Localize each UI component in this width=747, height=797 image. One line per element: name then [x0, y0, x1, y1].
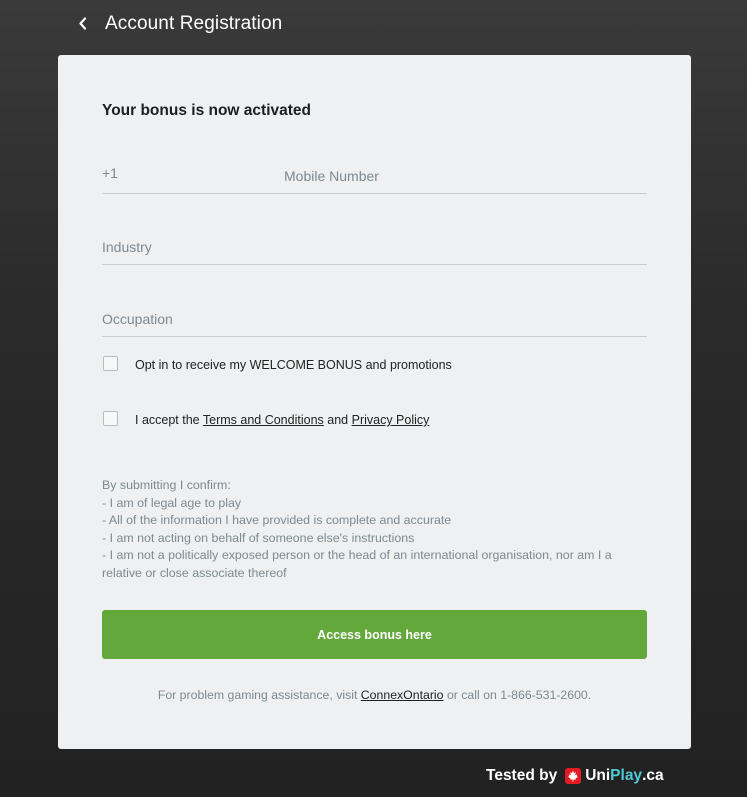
brand-play: Play	[610, 767, 643, 784]
disclaimer-line: - I am of legal age to play	[102, 495, 242, 510]
industry-field	[102, 225, 647, 265]
occupation-input[interactable]	[102, 297, 647, 336]
back-button[interactable]	[72, 12, 92, 34]
page-title: Account Registration	[105, 13, 283, 34]
brand-ca: .ca	[642, 767, 664, 784]
terms-label: I accept the Terms and Conditions and Pr…	[135, 413, 429, 427]
mobile-number-input[interactable]	[284, 154, 647, 193]
occupation-field	[102, 297, 647, 337]
assist-after: or call on 1-866-531-2600.	[446, 688, 592, 702]
card-heading: Your bonus is now activated	[102, 102, 311, 119]
phone-country-code[interactable]: +1	[102, 165, 118, 181]
brand-uni: Uni	[585, 767, 611, 784]
chevron-left-icon	[78, 16, 86, 30]
connex-ontario-link[interactable]: ConnexOntario	[361, 688, 444, 702]
disclaimer-line: By submitting I confirm:	[102, 478, 231, 492]
terms-and: and	[327, 413, 349, 427]
optin-checkbox[interactable]	[103, 356, 118, 371]
terms-link[interactable]: Terms and Conditions	[203, 413, 324, 427]
maple-leaf-icon	[565, 768, 582, 784]
top-bar: Account Registration	[0, 0, 747, 50]
tested-by-badge: Tested by Uni Play .ca	[486, 765, 664, 787]
gaming-assistance-text: For problem gaming assistance, visit Con…	[58, 688, 691, 702]
access-bonus-button[interactable]: Access bonus here	[102, 610, 647, 659]
terms-checkbox[interactable]	[103, 411, 118, 426]
assist-before: For problem gaming assistance, visit	[157, 688, 358, 702]
terms-prefix: I accept the	[135, 413, 200, 427]
disclaimer-line: - I am not acting on behalf of someone e…	[102, 530, 415, 545]
industry-input[interactable]	[102, 225, 647, 264]
tested-by-label: Tested by	[486, 767, 558, 784]
phone-field: +1	[102, 154, 647, 194]
disclaimer-line: - All of the information I have provided…	[102, 513, 452, 528]
disclaimer: By submitting I confirm: - I am of legal…	[102, 477, 647, 583]
registration-card: Your bonus is now activated +1 Opt in to…	[58, 55, 691, 749]
disclaimer-line: - I am not a politically exposed person …	[102, 548, 612, 580]
privacy-link[interactable]: Privacy Policy	[352, 413, 430, 427]
optin-label: Opt in to receive my WELCOME BONUS and p…	[135, 358, 452, 372]
